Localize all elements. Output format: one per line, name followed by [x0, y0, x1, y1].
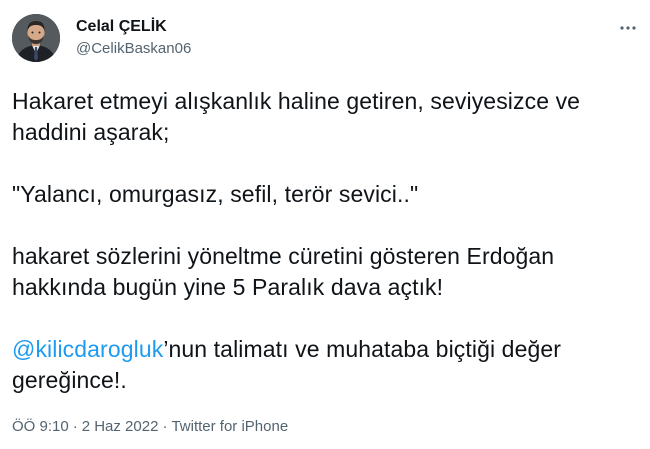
- more-horizontal-icon: [620, 26, 636, 30]
- author-names: Celal ÇELİK @CelikBaskan06: [76, 17, 191, 59]
- mention-link[interactable]: @kilicdarogluk: [12, 336, 163, 362]
- profile-photo-icon: [12, 14, 60, 62]
- tweet-paragraph-4: @kilicdarogluk’nun talimatı ve muhataba …: [12, 334, 632, 396]
- tweet-metadata: ÖÖ 9:10 · 2 Haz 2022 · Twitter for iPhone: [12, 417, 288, 437]
- more-options-button[interactable]: [616, 16, 640, 40]
- author-handle[interactable]: @CelikBaskan06: [76, 39, 191, 59]
- tweet-paragraph-2: "Yalancı, omurgasız, sefil, terör sevici…: [12, 181, 419, 207]
- tweet-paragraph-3: hakaret sözlerini yöneltme cüretini göst…: [12, 243, 555, 300]
- meta-separator: ·: [162, 418, 168, 435]
- tweet-text: Hakaret etmeyi alışkanlık haline getiren…: [12, 86, 632, 396]
- avatar[interactable]: [12, 14, 60, 62]
- meta-separator: ·: [72, 418, 78, 435]
- tweet-card: Celal ÇELİK @CelikBaskan06 Hakaret etmey…: [0, 0, 650, 449]
- tweet-source[interactable]: Twitter for iPhone: [171, 418, 288, 435]
- tweet-paragraph-1: Hakaret etmeyi alışkanlık haline getiren…: [12, 88, 581, 145]
- tweet-time[interactable]: ÖÖ 9:10: [12, 418, 69, 435]
- author-display-name[interactable]: Celal ÇELİK: [76, 17, 191, 37]
- tweet-date[interactable]: 2 Haz 2022: [82, 418, 159, 435]
